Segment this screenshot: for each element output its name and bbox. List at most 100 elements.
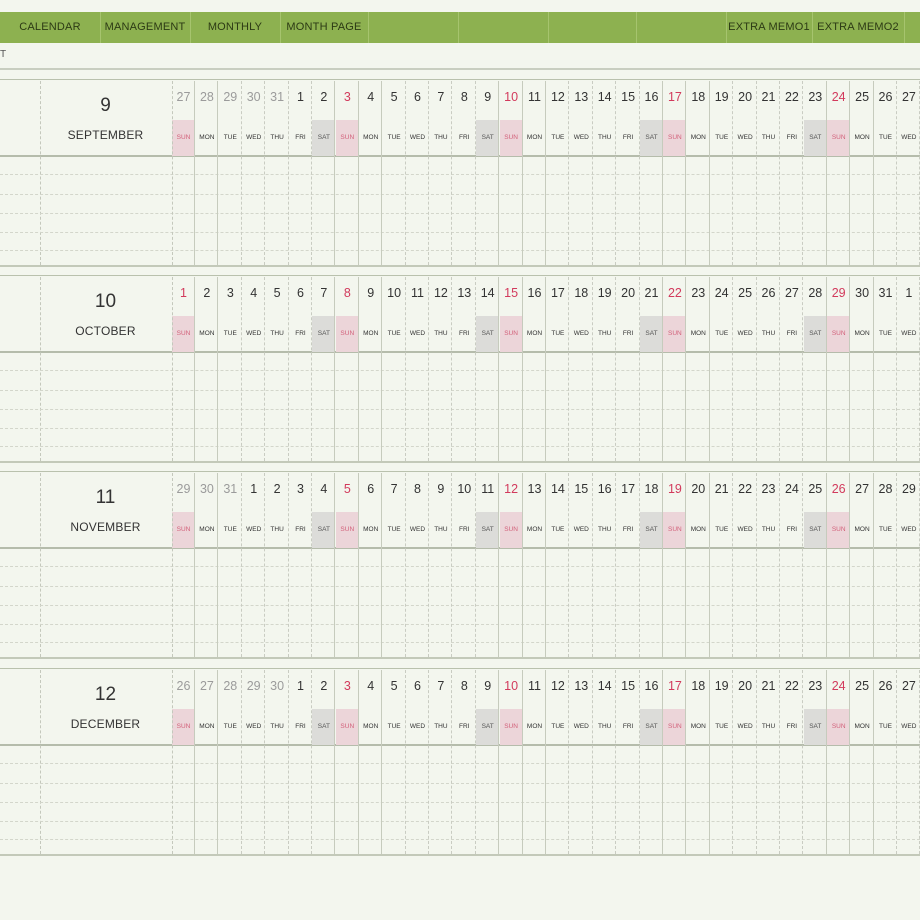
day-column[interactable]: 13 MON bbox=[523, 473, 546, 657]
day-column[interactable]: 29 TUE bbox=[219, 81, 242, 265]
day-column[interactable]: 25 WED bbox=[734, 277, 757, 461]
day-column[interactable]: 8 WED bbox=[406, 473, 429, 657]
day-column[interactable]: 15 FRI bbox=[617, 81, 640, 265]
day-column[interactable]: 3 SUN bbox=[335, 670, 359, 854]
day-column[interactable]: 31 TUE bbox=[219, 473, 242, 657]
day-column[interactable]: 16 SAT bbox=[640, 81, 663, 265]
day-column[interactable]: 8 SUN bbox=[335, 277, 359, 461]
day-column[interactable]: 24 FRI bbox=[780, 473, 804, 657]
day-column[interactable]: 4 WED bbox=[242, 277, 266, 461]
day-column[interactable]: 14 THU bbox=[593, 81, 617, 265]
day-column[interactable]: 22 FRI bbox=[780, 670, 804, 854]
day-column[interactable]: 4 SAT bbox=[312, 473, 336, 657]
day-column[interactable]: 19 TUE bbox=[710, 670, 734, 854]
day-column[interactable]: 15 WED bbox=[570, 473, 593, 657]
nav-tab-management[interactable]: MANAGEMENT bbox=[100, 12, 191, 43]
day-column[interactable]: 27 MON bbox=[851, 473, 874, 657]
day-column[interactable]: 29 SUN bbox=[172, 473, 195, 657]
day-column[interactable]: 20 WED bbox=[734, 81, 757, 265]
day-column[interactable]: 11 MON bbox=[523, 81, 546, 265]
day-column[interactable]: 7 TUE bbox=[383, 473, 406, 657]
day-column[interactable]: 27 MON bbox=[195, 670, 219, 854]
day-column[interactable]: 6 WED bbox=[406, 81, 429, 265]
day-column[interactable]: 5 SUN bbox=[335, 473, 359, 657]
day-column[interactable]: 9 SAT bbox=[476, 670, 500, 854]
day-column[interactable]: 4 MON bbox=[359, 670, 383, 854]
day-column[interactable]: 15 FRI bbox=[617, 670, 640, 854]
day-column[interactable]: 16 SAT bbox=[640, 670, 663, 854]
day-column[interactable]: 28 MON bbox=[195, 81, 219, 265]
day-column[interactable]: 18 WED bbox=[570, 277, 593, 461]
day-column[interactable]: 5 TUE bbox=[383, 670, 406, 854]
day-column[interactable]: 17 SUN bbox=[663, 81, 687, 265]
nav-tab-calendar[interactable]: CALENDAR bbox=[0, 12, 101, 43]
nav-tab-blank-10[interactable] bbox=[904, 12, 920, 43]
day-column[interactable]: 1 WED bbox=[897, 277, 920, 461]
day-column[interactable]: 10 TUE bbox=[383, 277, 406, 461]
day-column[interactable]: 27 WED bbox=[897, 81, 920, 265]
day-column[interactable]: 21 SAT bbox=[640, 277, 663, 461]
day-column[interactable]: 23 SAT bbox=[803, 81, 827, 265]
day-column[interactable]: 2 SAT bbox=[312, 81, 336, 265]
day-column[interactable]: 3 SUN bbox=[335, 81, 359, 265]
day-column[interactable]: 30 THU bbox=[266, 670, 289, 854]
nav-tab-extra-memo2[interactable]: EXTRA MEMO2 bbox=[812, 12, 905, 43]
day-column[interactable]: 25 MON bbox=[851, 670, 874, 854]
day-column[interactable]: 28 TUE bbox=[874, 473, 897, 657]
day-column[interactable]: 17 SUN bbox=[663, 670, 687, 854]
day-column[interactable]: 26 SUN bbox=[172, 670, 195, 854]
day-column[interactable]: 21 THU bbox=[757, 670, 780, 854]
day-column[interactable]: 23 MON bbox=[687, 277, 710, 461]
day-column[interactable]: 23 SAT bbox=[803, 670, 827, 854]
day-column[interactable]: 7 SAT bbox=[312, 277, 336, 461]
day-column[interactable]: 17 TUE bbox=[546, 277, 570, 461]
day-column[interactable]: 21 THU bbox=[757, 81, 780, 265]
day-column[interactable]: 30 WED bbox=[242, 81, 266, 265]
day-column[interactable]: 11 SAT bbox=[476, 473, 500, 657]
day-column[interactable]: 14 SAT bbox=[476, 277, 500, 461]
day-column[interactable]: 29 SUN bbox=[827, 277, 851, 461]
day-column[interactable]: 14 TUE bbox=[546, 473, 570, 657]
day-column[interactable]: 11 MON bbox=[523, 670, 546, 854]
day-column[interactable]: 9 SAT bbox=[476, 81, 500, 265]
day-column[interactable]: 16 THU bbox=[593, 473, 617, 657]
day-column[interactable]: 8 FRI bbox=[453, 670, 476, 854]
day-column[interactable]: 31 TUE bbox=[874, 277, 897, 461]
day-column[interactable]: 24 SUN bbox=[827, 81, 851, 265]
day-column[interactable]: 6 FRI bbox=[289, 277, 312, 461]
day-column[interactable]: 12 TUE bbox=[546, 670, 570, 854]
day-column[interactable]: 18 MON bbox=[687, 670, 710, 854]
day-column[interactable]: 2 SAT bbox=[312, 670, 336, 854]
day-column[interactable]: 13 WED bbox=[570, 670, 593, 854]
day-column[interactable]: 28 TUE bbox=[219, 670, 242, 854]
day-column[interactable]: 4 MON bbox=[359, 81, 383, 265]
day-column[interactable]: 25 SAT bbox=[803, 473, 827, 657]
day-column[interactable]: 23 THU bbox=[757, 473, 780, 657]
nav-tab-extra-memo1[interactable]: EXTRA MEMO1 bbox=[726, 12, 813, 43]
day-column[interactable]: 1 SUN bbox=[172, 277, 195, 461]
day-column[interactable]: 20 WED bbox=[734, 670, 757, 854]
day-column[interactable]: 30 MON bbox=[851, 277, 874, 461]
day-column[interactable]: 8 FRI bbox=[453, 81, 476, 265]
day-column[interactable]: 7 THU bbox=[429, 670, 453, 854]
nav-tab-monthly[interactable]: MONTHLY bbox=[190, 12, 281, 43]
day-column[interactable]: 26 SUN bbox=[827, 473, 851, 657]
day-column[interactable]: 3 TUE bbox=[219, 277, 242, 461]
day-column[interactable]: 6 WED bbox=[406, 670, 429, 854]
day-column[interactable]: 15 SUN bbox=[499, 277, 523, 461]
day-column[interactable]: 22 WED bbox=[734, 473, 757, 657]
day-column[interactable]: 28 SAT bbox=[803, 277, 827, 461]
nav-tab-blank-5[interactable] bbox=[458, 12, 549, 43]
day-column[interactable]: 13 WED bbox=[570, 81, 593, 265]
day-column[interactable]: 1 FRI bbox=[289, 81, 312, 265]
day-column[interactable]: 17 FRI bbox=[617, 473, 640, 657]
day-column[interactable]: 12 SUN bbox=[499, 473, 523, 657]
day-column[interactable]: 18 MON bbox=[687, 81, 710, 265]
day-column[interactable]: 24 SUN bbox=[827, 670, 851, 854]
nav-tab-month-page[interactable]: MONTH PAGE bbox=[280, 12, 369, 43]
day-column[interactable]: 2 MON bbox=[195, 277, 219, 461]
day-column[interactable]: 10 SUN bbox=[499, 670, 523, 854]
day-column[interactable]: 27 FRI bbox=[780, 277, 804, 461]
day-column[interactable]: 31 THU bbox=[266, 81, 289, 265]
day-column[interactable]: 1 WED bbox=[242, 473, 266, 657]
